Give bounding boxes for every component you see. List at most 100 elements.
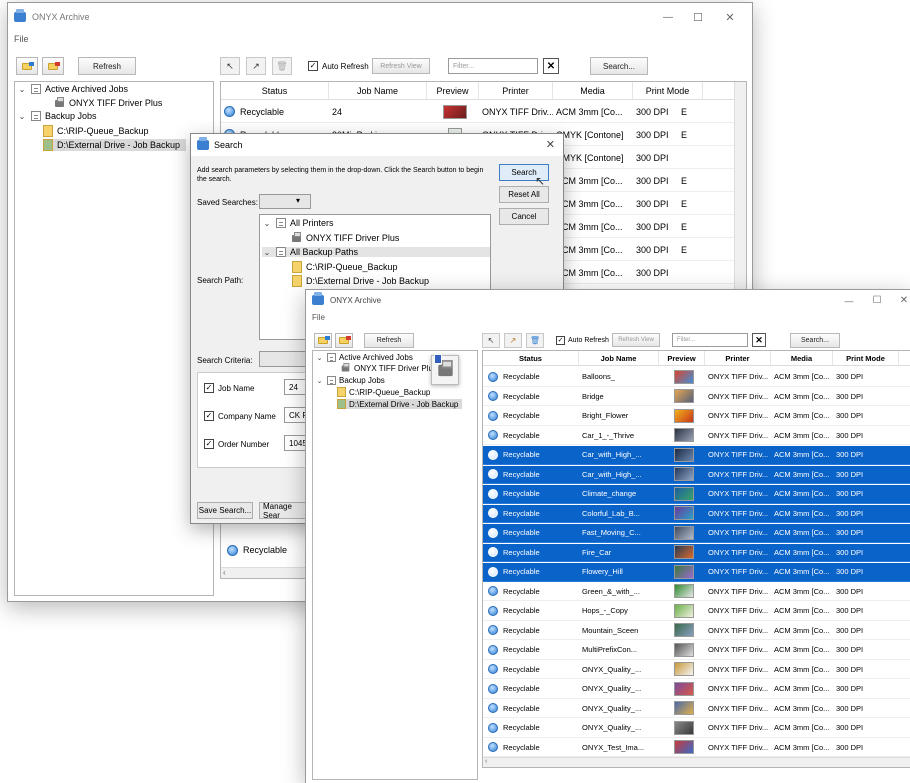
search-button[interactable]: Search...: [790, 332, 840, 348]
job-name-cell: Car_with_High_...: [582, 469, 642, 479]
job-name-cell: Climate_change: [582, 489, 637, 499]
refresh-button[interactable]: Refresh: [78, 57, 136, 75]
table-row[interactable]: Recyclable Car_1_-_Thrive ONYX TIFF Driv..…: [483, 427, 910, 445]
preview-thumb: [659, 467, 705, 482]
tree-backup-jobs[interactable]: ⌄ Backup Jobs: [17, 111, 97, 121]
tree-path-rip-queue[interactable]: C:\RIP-Queue_Backup: [337, 387, 430, 397]
pointer-tool-button[interactable]: ↖: [482, 332, 500, 348]
company-name-checkbox[interactable]: ✓: [204, 411, 214, 421]
table-row[interactable]: Recyclable Green_&_with_... ONYX TIFF Driv…: [483, 583, 910, 601]
col-media[interactable]: Media: [771, 351, 833, 365]
front-title-bar: ONYX Archive: [306, 290, 910, 310]
search-criteria-dropdown[interactable]: [259, 351, 309, 367]
table-row[interactable]: Recyclable MultiPrefixCon... ONYX TIFF Dri…: [483, 641, 910, 660]
order-number-checkbox[interactable]: ✓: [204, 439, 214, 449]
manage-searches-button[interactable]: Manage Sear: [259, 502, 309, 519]
tree-path-external[interactable]: D:\External Drive - Job Backup: [292, 275, 429, 287]
clear-filter-button[interactable]: ✕: [543, 58, 559, 74]
mode-cell: 300 DPI: [836, 723, 864, 733]
refresh-view-button[interactable]: Refresh View: [372, 58, 430, 74]
col-job-name[interactable]: Job Name: [579, 351, 659, 365]
table-row[interactable]: Recyclable Bridge ONYX TIFF Driv... ACM 3mm…: [483, 388, 910, 406]
table-row[interactable]: Recyclable Flowery_Hill ONYX TIFF Driv... A…: [483, 563, 910, 582]
add-folder-button[interactable]: [314, 332, 332, 348]
back-grid-header: Status Job Name Preview Printer Media Pr…: [221, 82, 746, 100]
tree-backup-jobs[interactable]: ⌄ Backup Jobs: [315, 376, 385, 385]
table-row[interactable]: Recyclable Balloons_ ONYX TIFF Driv... ACM …: [483, 368, 910, 387]
trash-icon[interactable]: 🗑: [272, 57, 292, 75]
col-printer[interactable]: Printer: [479, 82, 553, 99]
col-job-name[interactable]: Job Name: [329, 82, 427, 99]
table-row[interactable]: Recyclable ONYX_Test_Ima... ONYX TIFF Driv…: [483, 739, 910, 757]
tree-printer[interactable]: ONYX TIFF Driver Plus: [341, 362, 437, 373]
table-row[interactable]: Recyclable Climate_change ONYX TIFF Driv..…: [483, 485, 910, 504]
table-row[interactable]: Recyclable ONYX_Quality_... ONYX TIFF Driv…: [483, 661, 910, 679]
table-row[interactable]: Recyclable Mountain_Sceen ONYX TIFF Driv..…: [483, 622, 910, 640]
tree-active-jobs[interactable]: ⌄ Active Archived Jobs: [315, 353, 413, 362]
table-row[interactable]: Recyclable ONYX_Quality_... ONYX TIFF Driv…: [483, 680, 910, 699]
dialog-close-button[interactable]: ✕: [546, 138, 555, 151]
table-row[interactable]: Recyclable Fast_Moving_C... ONYX TIFF Driv…: [483, 524, 910, 543]
col-print-mode[interactable]: Print Mode: [833, 351, 899, 365]
col-status[interactable]: Status: [221, 82, 329, 99]
tree-all-printers[interactable]: ⌄ All Printers: [262, 218, 334, 228]
table-row[interactable]: Recyclable Bright_Flower ONYX TIFF Driv...…: [483, 407, 910, 426]
save-search-button[interactable]: Save Search...: [197, 502, 253, 519]
col-print-mode[interactable]: Print Mode: [633, 82, 703, 99]
filter-input[interactable]: Filter...: [448, 58, 538, 74]
recyclable-icon: [488, 410, 498, 421]
col-preview[interactable]: Preview: [659, 351, 705, 365]
dialog-reset-button[interactable]: Reset All: [499, 186, 549, 203]
tree-all-backup-paths[interactable]: ⌄ All Backup Paths: [262, 247, 490, 257]
add-folder-button[interactable]: [16, 57, 38, 75]
table-row[interactable]: Recyclable ONYX_Quality_... ONYX TIFF Driv…: [483, 700, 910, 718]
table-row[interactable]: Recyclable Car_with_High_... ONYX TIFF Dri…: [483, 465, 910, 484]
mode-cell: 300 DPI: [636, 106, 669, 117]
remove-folder-button[interactable]: [335, 332, 353, 348]
arrow-tool-button[interactable]: ↗: [504, 332, 522, 348]
table-row[interactable]: Recyclable Hops_-_Copy ONYX TIFF Driv... AC…: [483, 602, 910, 621]
maximize-button[interactable]: ☐: [688, 11, 708, 24]
table-row[interactable]: Recyclable Colorful_Lab_B... ONYX TIFF Dri…: [483, 504, 910, 523]
filter-input[interactable]: Filter...: [672, 333, 748, 347]
refresh-view-button[interactable]: Refresh View: [612, 333, 660, 347]
trash-icon[interactable]: 🗑: [526, 332, 544, 348]
minimize-button[interactable]: —: [841, 296, 857, 306]
refresh-button[interactable]: Refresh: [364, 332, 414, 348]
remove-folder-button[interactable]: [42, 57, 64, 75]
auto-refresh-checkbox[interactable]: ✓: [308, 61, 318, 71]
search-button[interactable]: Search...: [590, 57, 648, 75]
mode-cell: 300 DPI: [836, 508, 864, 518]
tree-printer[interactable]: ONYX TIFF Driver Plus: [55, 96, 162, 108]
recyclable-icon: [488, 722, 498, 733]
arrow-tool-button[interactable]: ↗: [246, 57, 266, 75]
tree-active-jobs[interactable]: ⌄ Active Archived Jobs: [17, 84, 128, 94]
dialog-cancel-button[interactable]: Cancel: [499, 208, 549, 225]
close-button[interactable]: ✕: [897, 295, 910, 306]
minimize-button[interactable]: —: [658, 12, 678, 23]
status-cell: Recyclable: [483, 508, 579, 519]
col-preview[interactable]: Preview: [427, 82, 479, 99]
tree-printer[interactable]: ONYX TIFF Driver Plus: [292, 231, 399, 243]
close-button[interactable]: ✕: [720, 11, 740, 24]
pointer-tool-button[interactable]: ↖: [220, 57, 240, 75]
back-menu-file[interactable]: File: [14, 34, 29, 44]
tree-path-rip-queue[interactable]: C:\RIP-Queue_Backup: [43, 125, 149, 137]
table-row[interactable]: Recyclable Car_with_High_... ONYX TIFF Dri…: [483, 446, 910, 465]
col-media[interactable]: Media: [553, 82, 633, 99]
auto-refresh-checkbox[interactable]: ✓: [556, 335, 565, 345]
clear-filter-button[interactable]: ✕: [752, 333, 766, 347]
col-status[interactable]: Status: [483, 351, 579, 365]
tree-path-external[interactable]: D:\External Drive - Job Backup: [43, 139, 187, 151]
table-row[interactable]: Recyclable Fire_Car ONYX TIFF Driv... ACM 3…: [483, 543, 910, 562]
tree-path-external[interactable]: D:\External Drive - Job Backup: [337, 399, 463, 409]
horizontal-scrollbar[interactable]: ‹: [483, 757, 910, 767]
col-printer[interactable]: Printer: [705, 351, 771, 365]
front-menu-file[interactable]: File: [312, 313, 325, 322]
maximize-button[interactable]: ☐: [869, 295, 885, 306]
table-row[interactable]: Recyclable 24 ONYX TIFF Driv... ACM 3mm …: [221, 101, 746, 123]
table-row[interactable]: Recyclable ONYX_Quality_... ONYX TIFF Driv…: [483, 719, 910, 738]
tree-path-rip-queue[interactable]: C:\RIP-Queue_Backup: [292, 261, 398, 273]
saved-searches-dropdown[interactable]: ▾: [259, 194, 311, 209]
job-name-checkbox[interactable]: ✓: [204, 383, 214, 393]
